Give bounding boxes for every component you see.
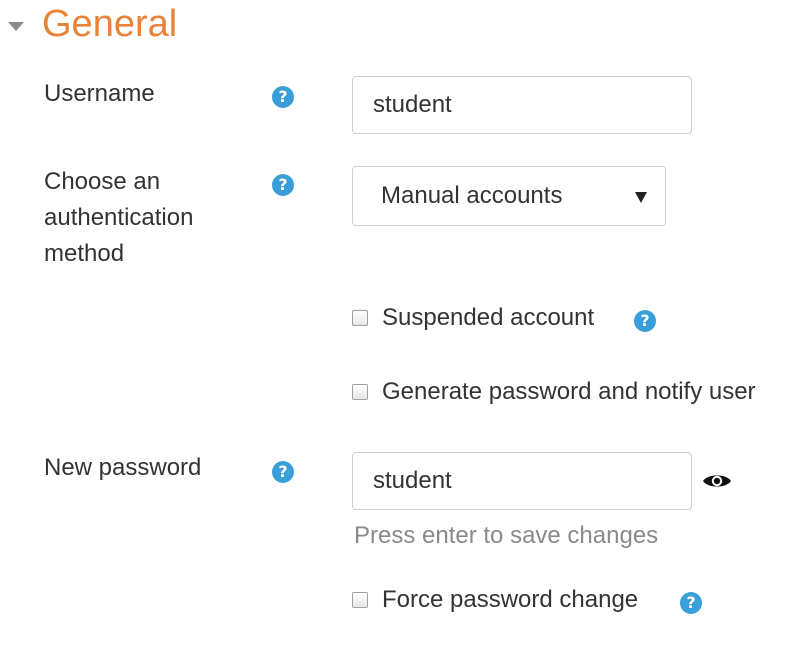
question-circle-icon[interactable]: ? [272,461,294,483]
password-hint-text: Press enter to save changes [354,522,659,549]
generate-password-row: Generate password and notify user [352,374,756,410]
force-password-change-checkbox[interactable] [352,592,368,608]
eye-icon[interactable] [702,472,732,490]
new-password-label: New password [44,454,202,481]
force-password-change-row: Force password change [352,582,638,618]
username-input[interactable] [352,76,692,134]
auth-method-label: Choose an authentication method [44,168,194,267]
question-circle-icon[interactable]: ? [272,86,294,108]
question-circle-icon[interactable]: ? [634,310,656,332]
generate-password-label[interactable]: Generate password and notify user [382,374,756,410]
auth-method-select[interactable]: Manual accounts [352,166,666,226]
section-title: General [42,3,178,45]
section-toggle-general[interactable]: General [8,0,177,48]
question-circle-icon[interactable]: ? [272,174,294,196]
suspended-account-label[interactable]: Suspended account [382,300,594,336]
suspended-account-row: Suspended account [352,300,594,336]
collapse-caret-icon [8,21,24,31]
dropdown-arrow-icon [635,192,647,203]
generate-password-checkbox[interactable] [352,384,368,400]
username-label: Username [44,80,155,107]
force-password-change-label[interactable]: Force password change [382,582,638,618]
new-password-input[interactable] [352,452,692,510]
question-circle-icon[interactable]: ? [680,592,702,614]
suspended-account-checkbox[interactable] [352,310,368,326]
auth-method-selected-value: Manual accounts [381,182,563,209]
